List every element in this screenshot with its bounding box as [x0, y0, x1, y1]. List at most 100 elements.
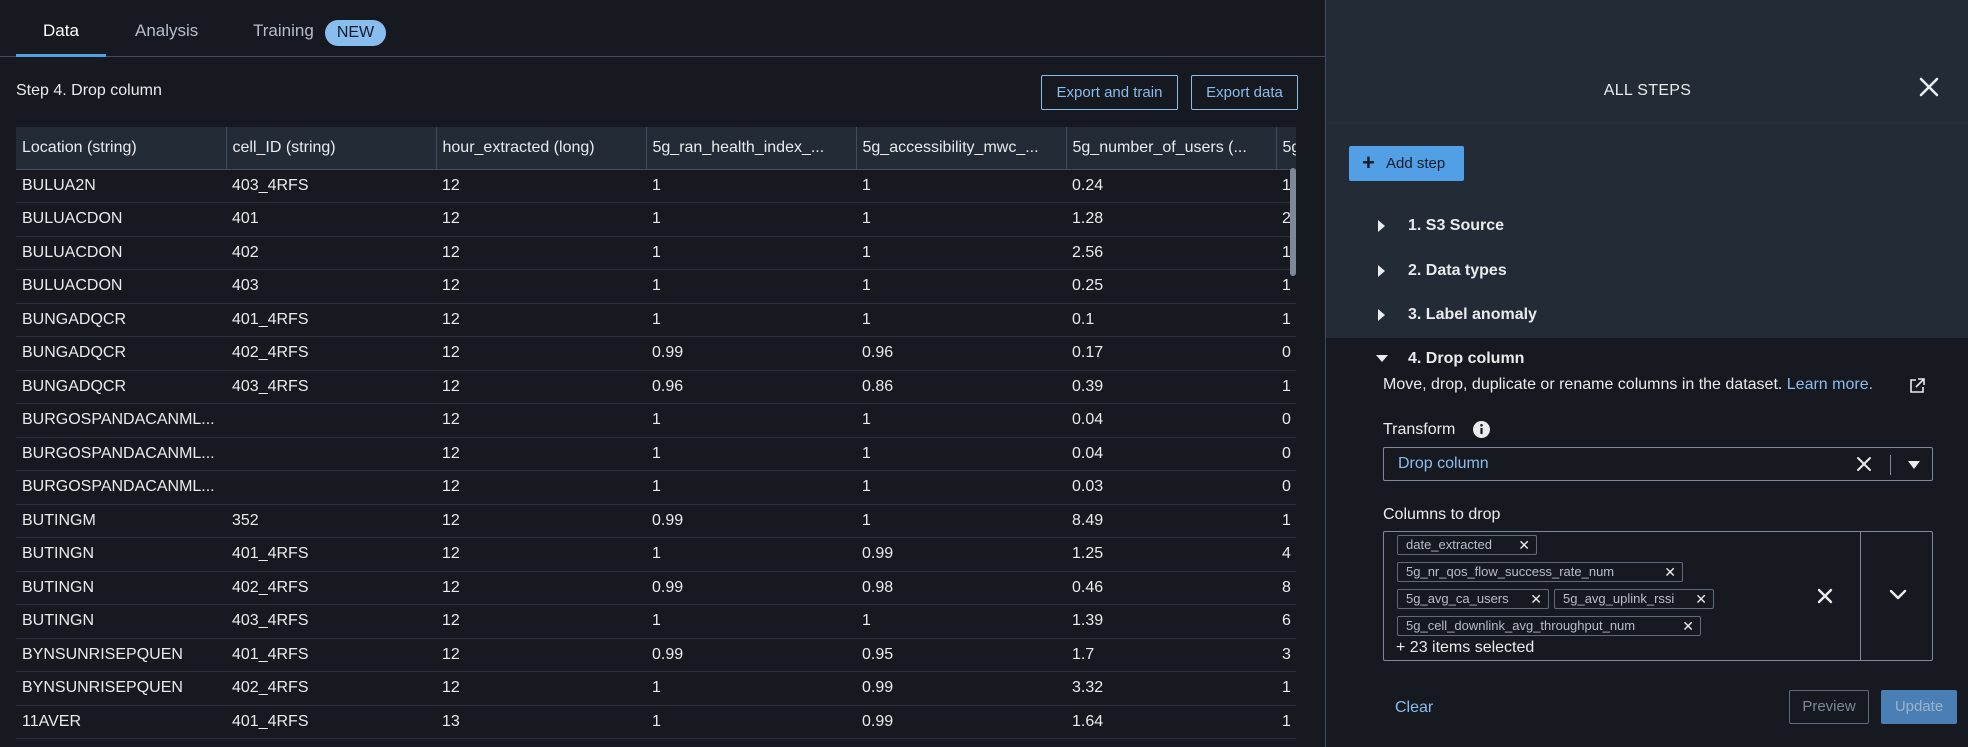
table-row[interactable]: BYNSUNRISEPQUEN 401_4RFS 12 0.99 0.95 1.7 3	[16, 638, 1296, 672]
table-cell: 0.24	[1066, 169, 1276, 203]
learn-more-link[interactable]: Learn more.	[1787, 376, 1873, 393]
table-cell: 12	[436, 604, 646, 639]
table-cell: BYNSUNRISEPQUEN	[16, 671, 226, 706]
table-cell: 1.39	[1066, 604, 1276, 639]
external-link-icon[interactable]	[1908, 377, 1926, 395]
table-cell: 1	[1276, 303, 1296, 337]
table-row[interactable]: BULUA2N 403_4RFS 12 1 1 0.24 1	[16, 169, 1296, 203]
token-label: 5g_avg_ca_users	[1406, 591, 1509, 606]
table-cell: 1	[646, 604, 856, 639]
clear-icon[interactable]	[1856, 456, 1872, 472]
table-row[interactable]: BURGOSPANDACANML... 12 1 1 0.04 0	[16, 403, 1296, 438]
table-cell: 0.39	[1066, 370, 1276, 404]
table-cell: 1	[646, 403, 856, 438]
close-icon[interactable]	[1918, 76, 1940, 98]
table-cell: 1	[856, 202, 1066, 237]
table-cell: 401	[226, 202, 436, 237]
remove-token-icon[interactable]: ✕	[1695, 590, 1707, 608]
table-cell: 12	[436, 437, 646, 471]
table-cell: 11AVER	[16, 705, 226, 739]
table-cell: 12	[436, 537, 646, 572]
table-cell: BULUA2N	[16, 169, 226, 203]
table-cell: 0	[1276, 403, 1296, 438]
table-cell: 401_4RFS	[226, 537, 436, 572]
remove-token-icon[interactable]: ✕	[1682, 617, 1694, 635]
columns-to-drop-label: Columns to drop	[1383, 506, 1501, 523]
column-header[interactable]: 5g_accessibility_mwc_...	[856, 127, 1067, 170]
table-cell: 403	[226, 269, 436, 304]
table-cell: 12	[436, 571, 646, 605]
table-row[interactable]: BURGOSPANDACANML... 12 1 1 0.03 0	[16, 470, 1296, 505]
table-row[interactable]: BYNSUNRISEPQUEN 402_4RFS 12 1 0.99 3.32 1	[16, 671, 1296, 706]
remove-token-icon[interactable]: ✕	[1530, 590, 1542, 608]
table-cell: 1	[1276, 671, 1296, 706]
column-header[interactable]: 5g_ran_health_index_...	[646, 127, 857, 170]
table-cell: BULUACDON	[16, 269, 226, 304]
token-label: 5g_avg_uplink_rssi	[1563, 591, 1675, 606]
columns-multiselect[interactable]: date_extracted ✕ 5g_nr_qos_flow_success_r…	[1383, 531, 1933, 661]
column-header[interactable]: Location (string)	[16, 127, 227, 170]
remove-token-icon[interactable]: ✕	[1518, 536, 1530, 554]
update-button[interactable]: Update	[1881, 690, 1957, 724]
table-cell: 0.99	[856, 671, 1066, 706]
dropdown-caret-icon[interactable]	[1908, 461, 1920, 469]
table-cell: 401_4RFS	[226, 638, 436, 672]
table-row[interactable]: BUTINGN 401_4RFS 12 1 0.99 1.25 4	[16, 537, 1296, 572]
table-cell: 1	[646, 537, 856, 572]
table-row[interactable]: BURGOSPANDACANML... 12 1 1 0.04 0	[16, 437, 1296, 471]
table-cell: 12	[436, 303, 646, 337]
table-cell: 1	[646, 202, 856, 237]
table-row[interactable]: BUTINGN 402_4RFS 12 0.99 0.98 0.46 8	[16, 571, 1296, 605]
table-cell: 0.98	[856, 571, 1066, 605]
transform-select[interactable]: Drop column	[1383, 447, 1933, 481]
token-cell-downlink: 5g_cell_downlink_avg_throughput_num ✕	[1397, 616, 1701, 636]
table-row[interactable]: BULUACDON 403 12 1 1 0.25 1	[16, 269, 1296, 304]
table-cell: 1	[646, 671, 856, 706]
step-label: 2. Data types	[1408, 262, 1507, 279]
table-cell: BULUACDON	[16, 202, 226, 237]
table-cell: BUNGADQCR	[16, 303, 226, 337]
add-step-label: Add step	[1386, 155, 1446, 172]
remove-token-icon[interactable]: ✕	[1664, 563, 1676, 581]
export-data-button[interactable]: Export data	[1191, 75, 1298, 110]
token-nr-qos-flow: 5g_nr_qos_flow_success_rate_num ✕	[1397, 562, 1683, 582]
table-cell: BURGOSPANDACANML...	[16, 403, 226, 438]
table-cell: 3	[1276, 638, 1296, 672]
tab-data[interactable]: Data	[43, 0, 79, 57]
step-label: 1. S3 Source	[1408, 217, 1505, 234]
info-icon[interactable]	[1472, 420, 1491, 439]
plus-icon: +	[1362, 150, 1375, 175]
clear-all-icon[interactable]	[1817, 588, 1833, 604]
chevron-down-icon[interactable]	[1888, 587, 1908, 601]
table-row[interactable]: BUNGADQCR 402_4RFS 12 0.99 0.96 0.17 0	[16, 336, 1296, 371]
preview-button[interactable]: Preview	[1789, 690, 1869, 724]
table-cell: 12	[436, 504, 646, 538]
token-label: 5g_nr_qos_flow_success_rate_num	[1406, 564, 1615, 579]
data-table-container: Location (string) cell_ID (string) hour_ex…	[16, 127, 1296, 747]
table-cell: 12	[436, 202, 646, 237]
table-cell: BYNSUNRISEPQUEN	[16, 638, 226, 672]
table-row[interactable]: BULUACDON 402 12 1 1 2.56 1	[16, 236, 1296, 270]
table-row[interactable]: BUNGADQCR 403_4RFS 12 0.96 0.86 0.39 1	[16, 370, 1296, 404]
clear-link[interactable]: Clear	[1395, 699, 1433, 717]
column-header[interactable]: cell_ID (string)	[226, 127, 437, 170]
table-row[interactable]: BUTINGM 352 12 0.99 1 8.49 1	[16, 504, 1296, 538]
table-cell: 12	[436, 638, 646, 672]
column-header[interactable]: 5g_number_of_users (...	[1066, 127, 1277, 170]
select-divider	[1890, 455, 1891, 475]
caret-down-icon	[1376, 355, 1388, 362]
table-cell: 401_4RFS	[226, 303, 436, 337]
table-row[interactable]: BUTINGN 403_4RFS 12 1 1 1.39 6	[16, 604, 1296, 639]
step-label: 4. Drop column	[1408, 350, 1525, 367]
add-step-button[interactable]: + Add step	[1349, 146, 1464, 181]
export-and-train-button[interactable]: Export and train	[1041, 75, 1178, 110]
table-row[interactable]: BUNGADQCR 401_4RFS 12 1 1 0.1 1	[16, 303, 1296, 337]
column-header[interactable]: 5g	[1276, 127, 1296, 170]
column-header[interactable]: hour_extracted (long)	[436, 127, 647, 170]
multiselect-divider	[1860, 532, 1861, 660]
tab-analysis[interactable]: Analysis	[135, 0, 198, 57]
table-row[interactable]: BULUACDON 401 12 1 1 1.28 2	[16, 202, 1296, 237]
table-scrollbar[interactable]	[1290, 168, 1296, 276]
tab-training[interactable]: Training	[253, 0, 314, 57]
table-row[interactable]: 11AVER 401_4RFS 13 1 0.99 1.64 1	[16, 705, 1296, 739]
